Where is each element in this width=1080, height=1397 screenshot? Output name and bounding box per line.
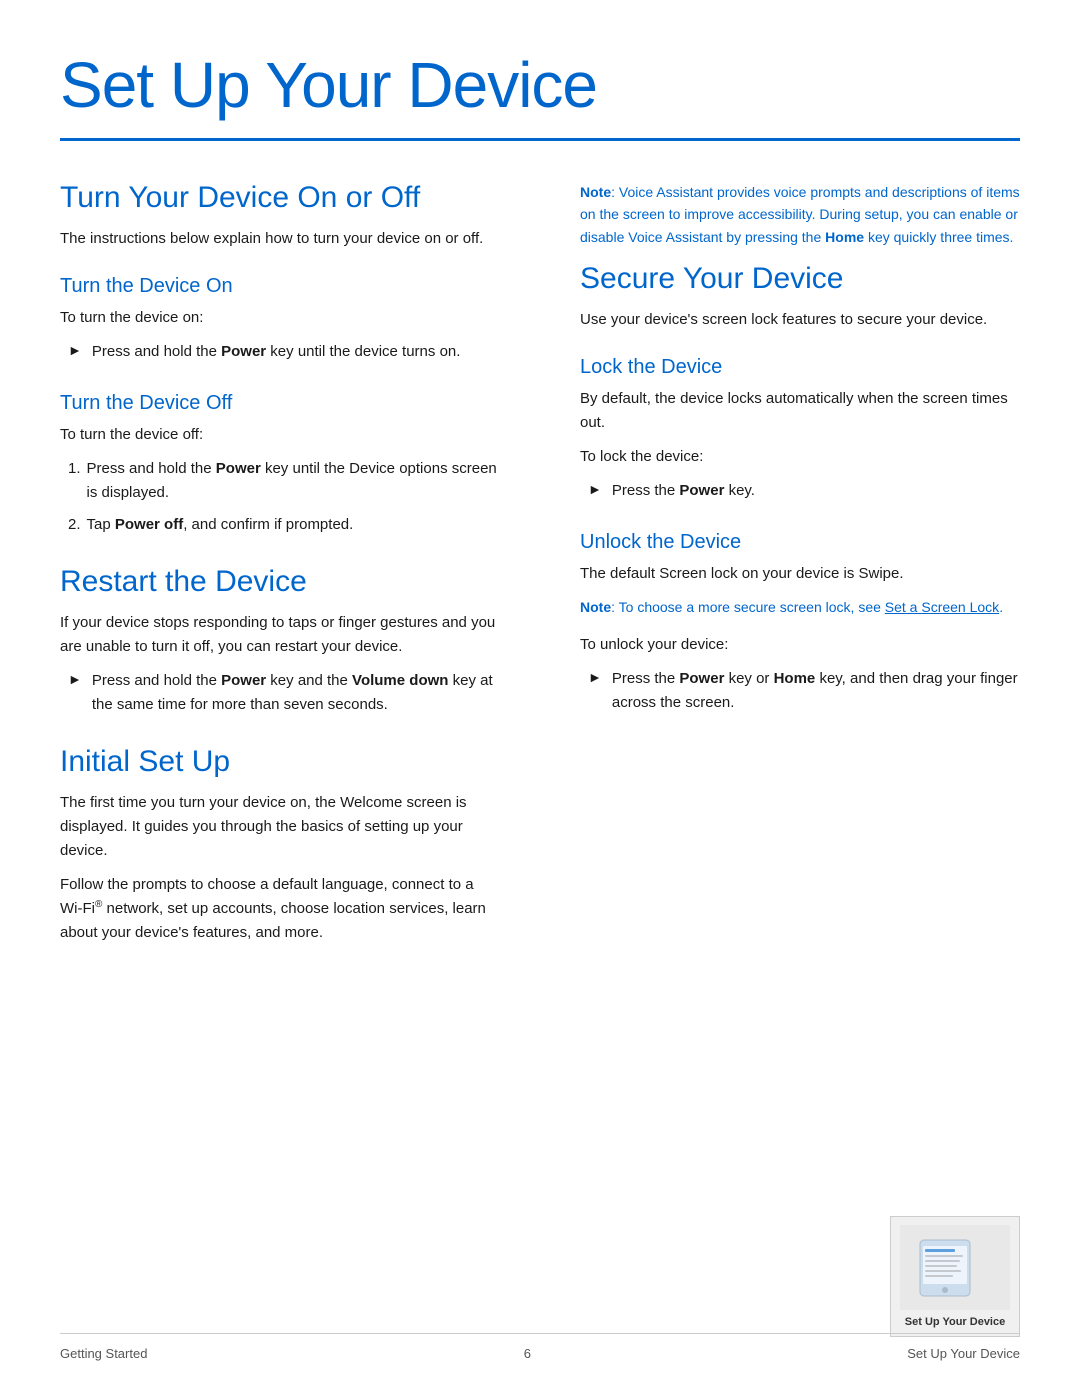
turn-off-list: 1. Press and hold the Power key until th… (68, 457, 500, 537)
subsection-lock: Lock the Device By default, the device l… (580, 356, 1020, 503)
power-key-turn-on: Power (221, 343, 266, 360)
thumbnail-image (900, 1225, 1010, 1310)
bullet-arrow-turn-on: ► (68, 342, 82, 358)
bullet-arrow-restart: ► (68, 671, 82, 687)
initial-setup-para2: Follow the prompts to choose a default l… (60, 873, 500, 945)
turn-on-bullet: ► Press and hold the Power key until the… (68, 340, 500, 364)
footer-left: Getting Started (60, 1346, 147, 1361)
lock-bullet: ► Press the Power key. (588, 479, 1020, 503)
section-title-secure: Secure Your Device (580, 262, 1020, 296)
subsection-title-turn-on: Turn the Device On (60, 275, 500, 298)
section-turn-on-off: Turn Your Device On or Off The instructi… (60, 181, 500, 537)
unlock-bullet: ► Press the Power key or Home key, and t… (588, 667, 1020, 715)
lock-para2: To lock the device: (580, 445, 1020, 469)
turn-off-text-1: Press and hold the Power key until the D… (87, 457, 500, 505)
unlock-bullet-text: Press the Power key or Home key, and the… (612, 667, 1020, 715)
home-key-note: Home (825, 229, 864, 245)
right-column: Note: Voice Assistant provides voice pro… (570, 181, 1020, 973)
voice-assistant-note: Note: Voice Assistant provides voice pro… (580, 181, 1020, 248)
thumbnail-label: Set Up Your Device (905, 1316, 1005, 1328)
turn-off-intro: To turn the device off: (60, 423, 500, 447)
turn-off-item-1: 1. Press and hold the Power key until th… (68, 457, 500, 505)
unlock-para1: The default Screen lock on your device i… (580, 562, 1020, 586)
section-secure: Secure Your Device Use your device's scr… (580, 262, 1020, 714)
power-key-unlock: Power (679, 670, 724, 687)
power-key-lock: Power (679, 482, 724, 499)
bullet-arrow-unlock: ► (588, 669, 602, 685)
page: Set Up Your Device Turn Your Device On o… (0, 0, 1080, 1397)
section-title-initial-setup: Initial Set Up (60, 745, 500, 779)
restart-bullet-text: Press and hold the Power key and the Vol… (92, 669, 500, 717)
lock-bullet-text: Press the Power key. (612, 479, 755, 503)
note-label-unlock: Note (580, 599, 611, 615)
restart-intro: If your device stops responding to taps … (60, 611, 500, 659)
secure-intro: Use your device's screen lock features t… (580, 308, 1020, 332)
turn-on-bullet-text: Press and hold the Power key until the d… (92, 340, 461, 364)
subsection-unlock: Unlock the Device The default Screen loc… (580, 531, 1020, 714)
note-label-voice: Note (580, 184, 611, 200)
power-key-restart: Power (221, 672, 266, 689)
page-title: Set Up Your Device (60, 48, 1020, 122)
power-off-key: Power off (115, 516, 183, 533)
restart-bullet: ► Press and hold the Power key and the V… (68, 669, 500, 717)
turn-off-num-1: 1. (68, 457, 81, 481)
footer-center: 6 (524, 1346, 531, 1361)
section-title-restart: Restart the Device (60, 565, 500, 599)
power-key-turn-off-1: Power (216, 460, 261, 477)
subsection-title-lock: Lock the Device (580, 356, 1020, 379)
section-title-turn-on-off: Turn Your Device On or Off (60, 181, 500, 215)
volume-down-key: Volume down (352, 672, 448, 689)
subsection-title-unlock: Unlock the Device (580, 531, 1020, 554)
thumbnail-svg (915, 1238, 995, 1298)
set-screen-lock-link[interactable]: Set a Screen Lock (885, 599, 999, 615)
left-column: Turn Your Device On or Off The instructi… (60, 181, 510, 973)
turn-off-item-2: 2. Tap Power off, and confirm if prompte… (68, 513, 500, 537)
unlock-para2: To unlock your device: (580, 633, 1020, 657)
subsection-turn-on: Turn the Device On To turn the device on… (60, 275, 500, 364)
footer-right: Set Up Your Device (907, 1346, 1020, 1361)
initial-setup-para1: The first time you turn your device on, … (60, 791, 500, 863)
footer: Getting Started 6 Set Up Your Device (60, 1333, 1020, 1361)
subsection-turn-off: Turn the Device Off To turn the device o… (60, 392, 500, 537)
turn-off-num-2: 2. (68, 513, 81, 537)
section-restart: Restart the Device If your device stops … (60, 565, 500, 717)
two-column-layout: Turn Your Device On or Off The instructi… (60, 181, 1020, 973)
subsection-title-turn-off: Turn the Device Off (60, 392, 500, 415)
unlock-note: Note: To choose a more secure screen loc… (580, 596, 1020, 618)
turn-off-text-2: Tap Power off, and confirm if prompted. (87, 513, 354, 537)
title-divider (60, 138, 1020, 141)
section-intro-turn-on-off: The instructions below explain how to tu… (60, 227, 500, 251)
lock-para1: By default, the device locks automatical… (580, 387, 1020, 435)
bullet-arrow-lock: ► (588, 481, 602, 497)
page-thumbnail: Set Up Your Device (890, 1216, 1020, 1337)
home-key-unlock: Home (774, 670, 816, 687)
wifi-registered: ® (95, 899, 102, 910)
section-initial-setup: Initial Set Up The first time you turn y… (60, 745, 500, 945)
turn-on-intro: To turn the device on: (60, 306, 500, 330)
